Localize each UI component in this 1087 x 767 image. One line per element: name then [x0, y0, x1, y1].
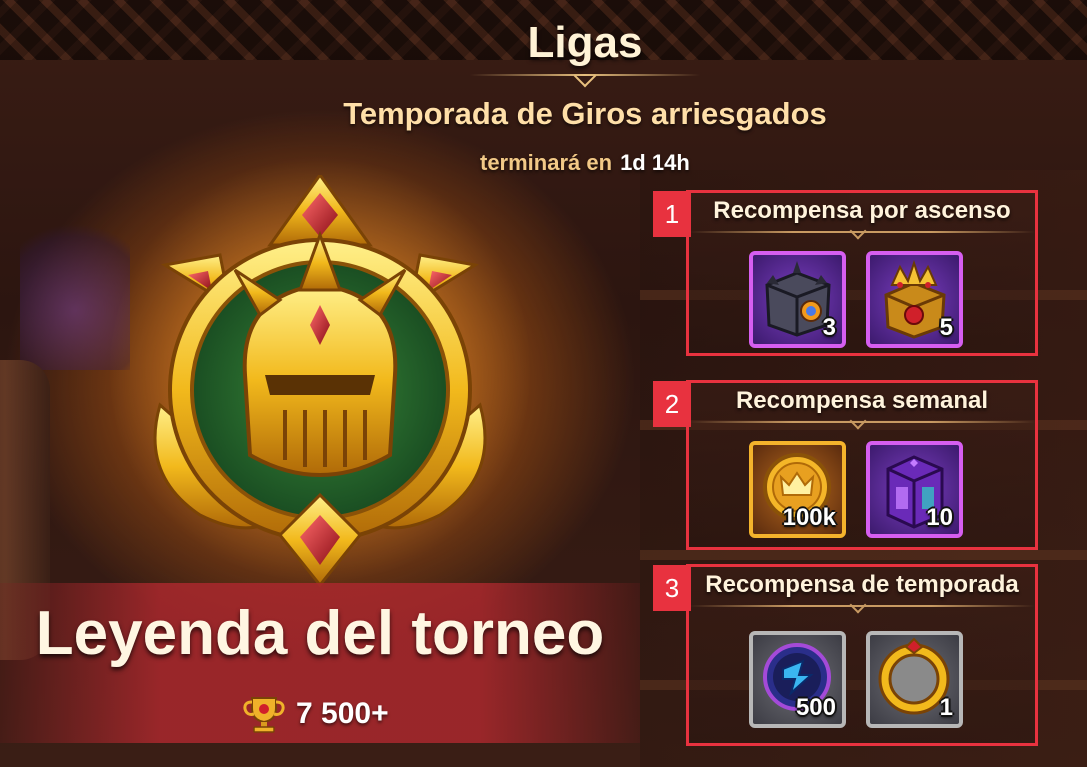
- reward-quantity: 100k: [782, 504, 836, 531]
- season-name: Temporada de Giros arriesgados: [343, 96, 827, 131]
- reward-quantity: 500: [795, 694, 836, 721]
- reward-item[interactable]: 500: [749, 631, 846, 728]
- reward-items: 3 5: [749, 251, 963, 348]
- section-title: Recompensa por ascenso: [713, 197, 1011, 224]
- section-divider-notch: [849, 412, 867, 430]
- reward-item[interactable]: 1: [866, 631, 963, 728]
- reward-quantity: 1: [939, 694, 953, 721]
- league-name: Leyenda del torneo: [35, 599, 605, 668]
- reward-quantity: 5: [939, 314, 953, 341]
- season-timer-label: terminará en: [480, 150, 613, 175]
- section-number-badge: 2: [653, 381, 691, 427]
- page-title: Ligas: [527, 18, 643, 67]
- section-number-badge: 1: [653, 191, 691, 237]
- promotion-reward-section: 1 Recompensa por ascenso 3 5: [653, 190, 1038, 356]
- trophy-requirement: 7 500+: [242, 694, 389, 734]
- reward-item[interactable]: 10: [866, 441, 963, 538]
- season-timer-value: 1d 14h: [620, 150, 690, 175]
- weekly-reward-section: 2 Recompensa semanal 100k 10: [653, 380, 1038, 550]
- title-divider-notch: [573, 64, 597, 88]
- trophy-count: 7 500+: [296, 697, 389, 730]
- section-title: Recompensa semanal: [735, 387, 989, 414]
- section-title: Recompensa de temporada: [705, 571, 1019, 598]
- reward-item[interactable]: 100k: [749, 441, 846, 538]
- reward-items: 500 1: [749, 631, 963, 728]
- reward-quantity: 3: [822, 314, 836, 341]
- season-reward-section: 3 Recompensa de temporada 500 1: [653, 564, 1038, 746]
- section-divider-notch: [849, 596, 867, 614]
- reward-items: 100k 10: [749, 441, 963, 538]
- golden-knight-helmet-emblem-icon: [153, 175, 487, 588]
- reward-item[interactable]: 3: [749, 251, 846, 348]
- season-timer: terminará en 1d 14h: [480, 150, 690, 176]
- reward-item[interactable]: 5: [866, 251, 963, 348]
- section-divider-notch: [849, 222, 867, 240]
- section-number-badge: 3: [653, 565, 691, 611]
- reward-quantity: 10: [926, 504, 953, 531]
- trophy-icon: [243, 697, 285, 733]
